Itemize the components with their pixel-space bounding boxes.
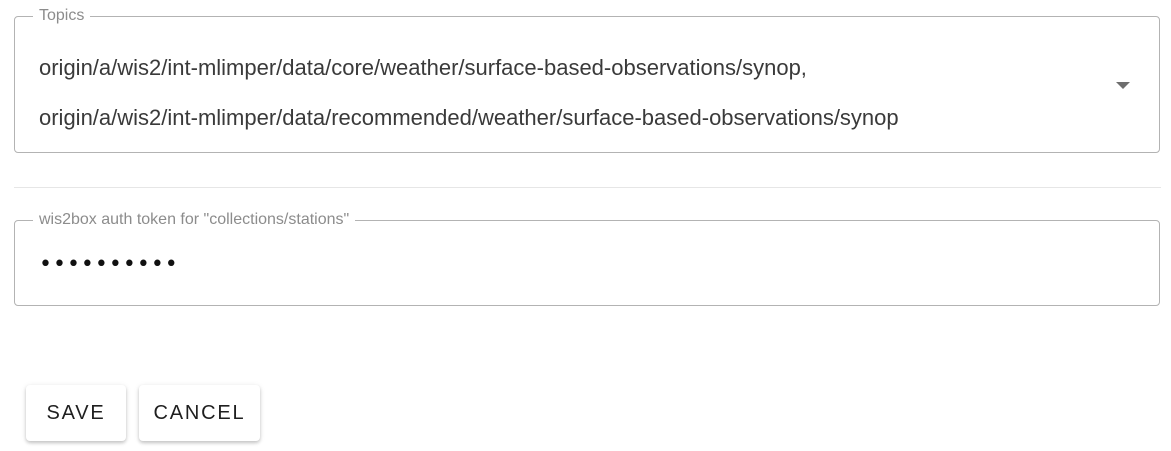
topics-label: Topics (33, 7, 91, 25)
section-divider (14, 187, 1161, 188)
topic-chip: origin/a/wis2/int-mlimper/data/core/weat… (39, 55, 807, 80)
topics-selected-values: origin/a/wis2/int-mlimper/data/core/weat… (39, 43, 1089, 143)
save-button[interactable]: SAVE (26, 385, 126, 441)
topics-select[interactable]: Topics origin/a/wis2/int-mlimper/data/co… (14, 7, 1160, 153)
auth-token-field[interactable]: wis2box auth token for "collections/stat… (14, 211, 1160, 306)
topic-chip: origin/a/wis2/int-mlimper/data/recommend… (39, 105, 899, 130)
caret-down-icon[interactable] (1116, 82, 1130, 89)
auth-token-label: wis2box auth token for "collections/stat… (33, 211, 356, 229)
cancel-button[interactable]: CANCEL (139, 385, 260, 441)
auth-token-input[interactable] (39, 247, 1129, 281)
